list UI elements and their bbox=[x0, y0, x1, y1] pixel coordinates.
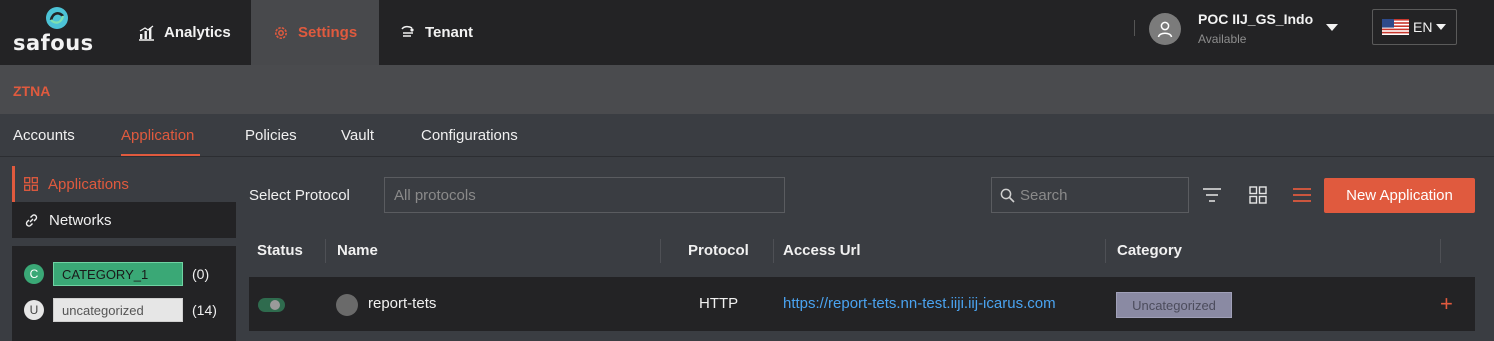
category-name: CATEGORY_1 bbox=[53, 262, 183, 286]
grid-view-button[interactable] bbox=[1247, 184, 1269, 206]
language-code: EN bbox=[1413, 19, 1433, 35]
tenant-icon bbox=[401, 25, 414, 37]
category-item-category-1[interactable]: C CATEGORY_1 (0) bbox=[24, 261, 209, 287]
grid-icon bbox=[24, 177, 38, 191]
tab-application[interactable]: Application bbox=[121, 127, 194, 144]
user-status: Available bbox=[1198, 32, 1247, 46]
avatar[interactable] bbox=[1149, 13, 1181, 45]
nav-settings-label: Settings bbox=[298, 24, 358, 41]
nav-analytics[interactable]: Analytics bbox=[138, 0, 231, 65]
safous-logo-icon bbox=[46, 7, 68, 29]
column-divider bbox=[660, 239, 661, 263]
category-initial: C bbox=[24, 264, 44, 284]
protocol-select[interactable]: All protocols bbox=[384, 177, 785, 213]
column-header-protocol[interactable]: Protocol bbox=[688, 242, 749, 259]
sidebar: Applications Networks C CATEGORY_1 (0) U… bbox=[12, 166, 236, 341]
list-view-icon bbox=[1293, 188, 1311, 202]
status-toggle[interactable] bbox=[258, 298, 285, 312]
active-tab-indicator bbox=[121, 154, 200, 156]
category-count: (14) bbox=[192, 302, 217, 318]
app-icon bbox=[336, 294, 358, 316]
column-divider bbox=[773, 239, 774, 263]
section-title: ZTNA bbox=[13, 83, 51, 99]
column-divider bbox=[1105, 239, 1106, 263]
link-icon bbox=[25, 213, 38, 227]
section-header: ZTNA bbox=[0, 65, 1494, 114]
search-placeholder: Search bbox=[1020, 186, 1068, 204]
category-item-uncategorized[interactable]: U uncategorized (14) bbox=[24, 297, 217, 323]
table-row[interactable]: report-tets HTTP https://report-tets.nn-… bbox=[249, 277, 1475, 331]
category-count: (0) bbox=[192, 266, 210, 282]
tab-policies[interactable]: Policies bbox=[245, 127, 297, 144]
category-list: C CATEGORY_1 (0) U uncategorized (14) bbox=[12, 246, 236, 341]
column-header-access-url[interactable]: Access Url bbox=[783, 242, 861, 259]
tab-vault[interactable]: Vault bbox=[341, 127, 374, 144]
us-flag-icon bbox=[1382, 19, 1409, 35]
nav-tenant[interactable]: Tenant bbox=[400, 0, 473, 65]
table-header: Status Name Protocol Access Url Category bbox=[249, 232, 1475, 270]
tab-configurations[interactable]: Configurations bbox=[421, 127, 518, 144]
column-header-category[interactable]: Category bbox=[1117, 242, 1182, 259]
grid-view-icon bbox=[1249, 186, 1267, 204]
toggle-knob bbox=[270, 300, 280, 310]
filter-icon bbox=[1203, 188, 1221, 202]
brand-name: safous bbox=[13, 31, 94, 55]
category-initial: U bbox=[24, 300, 44, 320]
divider bbox=[1134, 20, 1135, 36]
filter-button[interactable] bbox=[1201, 184, 1223, 206]
brand-logo[interactable]: safous bbox=[13, 4, 108, 60]
sidebar-item-networks[interactable]: Networks bbox=[12, 202, 236, 238]
chart-icon bbox=[139, 24, 154, 41]
nav-tenant-label: Tenant bbox=[425, 24, 474, 41]
search-input[interactable]: Search bbox=[991, 177, 1189, 213]
chevron-down-icon bbox=[1436, 24, 1447, 30]
column-divider bbox=[1440, 239, 1441, 263]
sidebar-item-label: Applications bbox=[48, 175, 129, 193]
category-name: uncategorized bbox=[53, 298, 183, 322]
column-header-name[interactable]: Name bbox=[337, 242, 378, 259]
gear-icon bbox=[275, 26, 287, 39]
category-badge: Uncategorized bbox=[1116, 292, 1232, 318]
column-divider bbox=[325, 239, 326, 263]
user-name[interactable]: POC IIJ_GS_Indo bbox=[1198, 11, 1313, 27]
top-bar: safous Analytics Settings Tenant POC IIJ… bbox=[0, 0, 1494, 65]
search-icon bbox=[1000, 188, 1015, 203]
sidebar-item-applications[interactable]: Applications bbox=[12, 166, 236, 202]
protocol-label: Select Protocol bbox=[249, 187, 350, 204]
column-header-status[interactable]: Status bbox=[257, 242, 303, 259]
new-application-button[interactable]: New Application bbox=[1324, 178, 1475, 213]
user-icon bbox=[1157, 21, 1173, 38]
app-name[interactable]: report-tets bbox=[368, 295, 436, 312]
app-access-url[interactable]: https://report-tets.nn-test.iiji.iij-ica… bbox=[783, 295, 1056, 312]
nav-analytics-label: Analytics bbox=[164, 24, 231, 41]
chevron-down-icon[interactable] bbox=[1326, 24, 1338, 32]
add-icon[interactable]: + bbox=[1440, 291, 1453, 317]
nav-settings[interactable]: Settings bbox=[251, 0, 379, 65]
tab-accounts[interactable]: Accounts bbox=[13, 127, 75, 144]
sub-tabs: Accounts Application Policies Vault Conf… bbox=[0, 114, 1494, 157]
language-select[interactable]: EN bbox=[1372, 9, 1457, 45]
app-protocol: HTTP bbox=[699, 295, 739, 312]
protocol-placeholder: All protocols bbox=[394, 186, 476, 204]
sidebar-item-label: Networks bbox=[49, 211, 112, 229]
list-view-button[interactable] bbox=[1291, 184, 1313, 206]
